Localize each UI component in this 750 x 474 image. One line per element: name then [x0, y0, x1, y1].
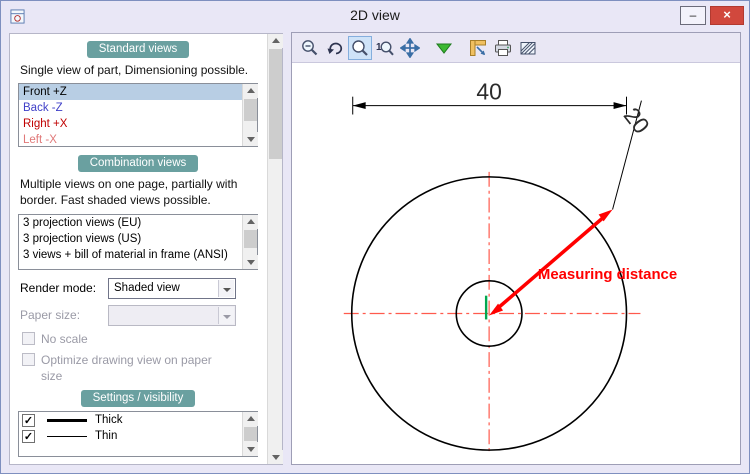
sidebar-scrollbar[interactable]	[267, 34, 282, 464]
combination-views-list: 3 projection views (EU) 3 projection vie…	[18, 214, 258, 270]
dimension-inner: 20	[613, 101, 655, 210]
window-controls: – ×	[680, 6, 744, 25]
titlebar[interactable]: 2D view – ×	[1, 1, 749, 31]
pan-button[interactable]	[398, 36, 422, 60]
zoom-actual-size-icon: 1	[375, 38, 395, 58]
print-icon	[493, 38, 513, 58]
combination-views-scrollbar[interactable]	[242, 215, 257, 269]
scroll-thumb[interactable]	[244, 230, 257, 248]
list-items: 3 projection views (EU) 3 projection vie…	[19, 215, 242, 269]
zoom-actual-size-button[interactable]: 1	[373, 36, 397, 60]
scroll-thumb[interactable]	[269, 49, 282, 159]
measuring-distance-label: Measuring distance	[538, 267, 677, 283]
minimize-button[interactable]: –	[680, 6, 706, 25]
thick-line-sample-icon	[47, 419, 87, 422]
thin-checkbox[interactable]	[22, 430, 35, 443]
view-panel: 1	[291, 32, 741, 465]
drawing-area: 40 20 Measuring distance	[292, 64, 740, 464]
drawing-canvas[interactable]: 40 20 Measuring distance	[292, 64, 740, 464]
thick-checkbox[interactable]	[22, 414, 35, 427]
standard-views-badge: Standard views	[87, 41, 190, 58]
zoom-out-icon	[300, 38, 320, 58]
outer-dimension-value: 40	[476, 79, 501, 105]
drawing-frame-button[interactable]	[466, 36, 490, 60]
section-hatch-button[interactable]	[516, 36, 540, 60]
render-mode-select[interactable]: Shaded view	[108, 278, 236, 299]
fit-view-button[interactable]	[432, 36, 456, 60]
sidebar: Standard views Single view of part, Dime…	[9, 33, 283, 465]
print-button[interactable]	[491, 36, 515, 60]
standard-views-scrollbar[interactable]	[242, 84, 257, 146]
view-option-front[interactable]: Front +Z	[19, 84, 242, 100]
sidebar-content: Standard views Single view of part, Dime…	[10, 34, 266, 464]
scroll-down-button[interactable]	[243, 132, 258, 146]
undo-icon	[325, 38, 345, 58]
drawing-frame-icon	[468, 38, 488, 58]
list-items: Front +Z Back -Z Right +X Left -X	[19, 84, 242, 146]
line-type-row-thin[interactable]: Thin	[19, 428, 242, 444]
chevron-down-icon	[218, 307, 234, 324]
dimension-outer: 40	[353, 79, 627, 115]
render-mode-row: Render mode: Shaded view	[20, 278, 256, 299]
thin-line-sample-icon	[47, 436, 87, 437]
optimize-checkbox	[22, 353, 35, 366]
scroll-up-button[interactable]	[243, 84, 258, 98]
fit-view-icon	[434, 38, 454, 58]
no-scale-row: No scale	[22, 332, 256, 348]
scroll-down-button[interactable]	[243, 255, 258, 269]
paper-size-label: Paper size:	[20, 308, 108, 322]
no-scale-label: No scale	[41, 332, 88, 348]
close-button[interactable]: ×	[710, 6, 744, 25]
zoom-out-button[interactable]	[298, 36, 322, 60]
paper-size-select	[108, 305, 236, 326]
standard-views-list: Front +Z Back -Z Right +X Left -X	[18, 83, 258, 147]
render-mode-value: Shaded view	[114, 282, 180, 294]
zoom-window-button[interactable]	[348, 36, 372, 60]
combo-option-ansi[interactable]: 3 views + bill of material in frame (ANS…	[19, 247, 242, 263]
scroll-up-button[interactable]	[243, 215, 258, 229]
no-scale-checkbox	[22, 332, 35, 345]
combo-option-us[interactable]: 3 projection views (US)	[19, 231, 242, 247]
undo-zoom-button[interactable]	[323, 36, 347, 60]
pan-icon	[400, 38, 420, 58]
combination-views-description: Multiple views on one page, partially wi…	[20, 176, 258, 208]
scroll-down-button[interactable]	[268, 450, 283, 464]
settings-visibility-badge: Settings / visibility	[81, 390, 196, 407]
scroll-up-button[interactable]	[243, 412, 258, 426]
view-option-right[interactable]: Right +X	[19, 116, 242, 132]
zoom-window-icon	[350, 38, 370, 58]
scroll-thumb[interactable]	[244, 99, 257, 121]
list-items: Thick Thin	[19, 412, 242, 456]
combination-views-badge: Combination views	[78, 155, 199, 172]
optimize-label: Optimize drawing view on paper size	[41, 353, 221, 384]
scroll-thumb[interactable]	[244, 427, 257, 441]
scroll-down-button[interactable]	[243, 442, 258, 456]
paper-size-row: Paper size:	[20, 305, 256, 326]
measuring-line	[489, 210, 612, 316]
render-mode-label: Render mode:	[20, 281, 108, 295]
thin-label: Thin	[95, 430, 117, 442]
combo-option-eu[interactable]: 3 projection views (EU)	[19, 215, 242, 231]
thick-label: Thick	[95, 414, 122, 426]
standard-views-description: Single view of part, Dimensioning possib…	[20, 62, 258, 78]
section-hatch-icon	[518, 38, 538, 58]
dialog-window: 2D view – × Standard views Single view o…	[0, 0, 750, 474]
view-option-back[interactable]: Back -Z	[19, 100, 242, 116]
settings-scrollbar[interactable]	[242, 412, 257, 456]
view-option-left[interactable]: Left -X	[19, 132, 242, 146]
window-title: 2D view	[1, 7, 749, 23]
optimize-row: Optimize drawing view on paper size	[22, 353, 256, 384]
scroll-up-button[interactable]	[268, 34, 283, 48]
settings-visibility-list: Thick Thin	[18, 411, 258, 457]
line-type-row-thick[interactable]: Thick	[19, 412, 242, 428]
view-toolbar: 1	[292, 33, 740, 63]
chevron-down-icon[interactable]	[218, 280, 234, 297]
inner-dimension-value: 20	[619, 103, 655, 139]
